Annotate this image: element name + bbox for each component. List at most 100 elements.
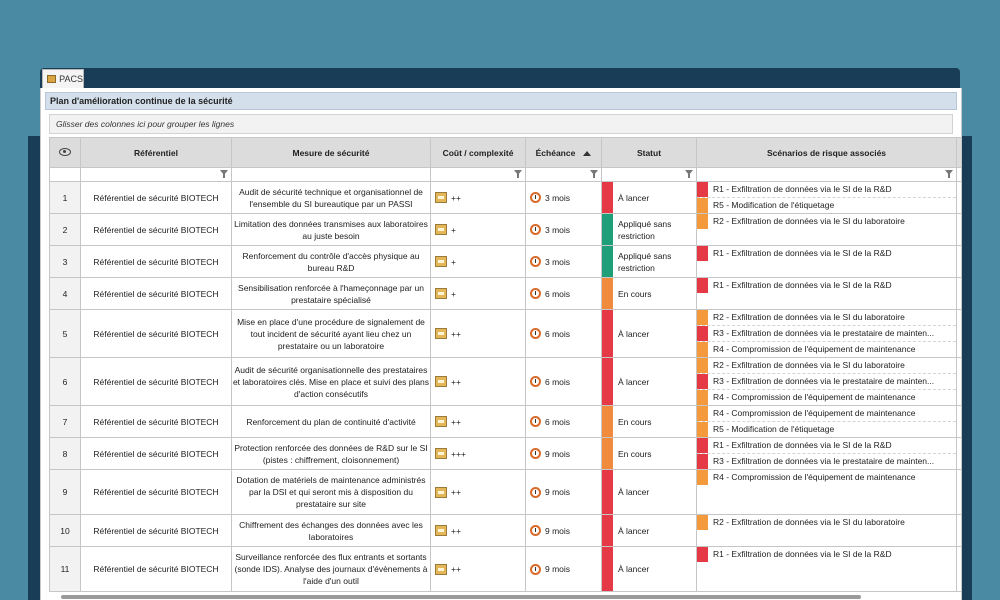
cout-cell[interactable]: ++ [430, 469, 526, 515]
scenario-item[interactable]: R2 - Exfiltration de données via le SI d… [697, 310, 956, 326]
table-row[interactable]: 3 Référentiel de sécurité BIOTECH Renforce… [49, 245, 961, 278]
table-row[interactable]: 7 Référentiel de sécurité BIOTECH Renforce… [49, 405, 961, 438]
cout-cell[interactable]: + [430, 213, 526, 246]
scenario-item[interactable]: R1 - Exfiltration de données via le SI d… [697, 438, 956, 454]
mesure-cell[interactable]: Audit de sécurité technique et organisat… [231, 181, 431, 214]
echeance-cell[interactable]: 6 mois [525, 405, 602, 438]
referentiel-cell[interactable]: Référentiel de sécurité BIOTECH [80, 546, 232, 592]
table-row[interactable]: 2 Référentiel de sécurité BIOTECH Limitati… [49, 213, 961, 246]
echeance-cell[interactable]: 9 mois [525, 546, 602, 592]
cout-cell[interactable]: ++ [430, 181, 526, 214]
mesure-cell[interactable]: Audit de sécurité organisationnelle des … [231, 357, 431, 406]
table-row[interactable]: 10 Référentiel de sécurité BIOTECH Chiffre… [49, 514, 961, 547]
cout-cell[interactable]: ++ [430, 546, 526, 592]
scenario-item[interactable]: R4 - Compromission de l'équipement de ma… [697, 470, 956, 485]
echeance-cell[interactable]: 9 mois [525, 437, 602, 470]
scenario-item[interactable]: R3 - Exfiltration de données via le pres… [697, 374, 956, 390]
referentiel-cell[interactable]: Référentiel de sécurité BIOTECH [80, 309, 232, 358]
group-by-drop-zone[interactable]: Glisser des colonnes ici pour grouper le… [49, 114, 953, 134]
column-header-cout[interactable]: Coût / complexité [430, 137, 526, 168]
scenario-item[interactable]: R5 - Modification de l'étiquetage [697, 198, 956, 213]
filter-icon[interactable] [514, 170, 522, 178]
scenario-item[interactable]: R3 - Exfiltration de données via le pres… [697, 454, 956, 469]
table-row[interactable]: 9 Référentiel de sécurité BIOTECH Dotation… [49, 469, 961, 515]
referentiel-cell[interactable]: Référentiel de sécurité BIOTECH [80, 277, 232, 310]
scenario-item[interactable]: R2 - Exfiltration de données via le SI d… [697, 214, 956, 229]
scenarios-cell[interactable]: R1 - Exfiltration de données via le SI d… [696, 437, 957, 470]
cout-cell[interactable]: ++ [430, 405, 526, 438]
column-header-referentiel[interactable]: Référentiel [80, 137, 232, 168]
table-row[interactable]: 4 Référentiel de sécurité BIOTECH Sensibil… [49, 277, 961, 310]
scenarios-cell[interactable]: R1 - Exfiltration de données via le SI d… [696, 546, 957, 592]
mesure-cell[interactable]: Protection renforcée des données de R&D … [231, 437, 431, 470]
scenario-item[interactable]: R2 - Exfiltration de données via le SI d… [697, 358, 956, 374]
scenario-item[interactable]: R4 - Compromission de l'équipement de ma… [697, 342, 956, 357]
statut-cell[interactable]: À lancer [601, 514, 697, 547]
scenario-item[interactable]: R1 - Exfiltration de données via le SI d… [697, 278, 956, 293]
column-header-mesure[interactable]: Mesure de sécurité [231, 137, 431, 168]
scenarios-cell[interactable]: R1 - Exfiltration de données via le SI d… [696, 277, 957, 310]
filter-cell-referentiel[interactable] [80, 167, 232, 182]
statut-cell[interactable]: À lancer [601, 546, 697, 592]
filter-cell-echeance[interactable] [525, 167, 602, 182]
cout-cell[interactable]: + [430, 245, 526, 278]
cout-cell[interactable]: + [430, 277, 526, 310]
column-header-scenarios[interactable]: Scénarios de risque associés [696, 137, 957, 168]
scenario-item[interactable]: R1 - Exfiltration de données via le SI d… [697, 182, 956, 198]
scenario-item[interactable]: R1 - Exfiltration de données via le SI d… [697, 547, 956, 562]
column-header-statut[interactable]: Statut [601, 137, 697, 168]
scenario-item[interactable]: R2 - Exfiltration de données via le SI d… [697, 515, 956, 530]
statut-cell[interactable]: À lancer [601, 181, 697, 214]
scenarios-cell[interactable]: R4 - Compromission de l'équipement de ma… [696, 469, 957, 515]
mesure-cell[interactable]: Renforcement du plan de continuité d'act… [231, 405, 431, 438]
cout-cell[interactable]: +++ [430, 437, 526, 470]
mesure-cell[interactable]: Mise en place d'une procédure de signale… [231, 309, 431, 358]
horizontal-scrollbar[interactable] [61, 595, 861, 599]
column-header-echeance[interactable]: Échéance [525, 137, 602, 168]
referentiel-cell[interactable]: Référentiel de sécurité BIOTECH [80, 357, 232, 406]
filter-icon[interactable] [590, 170, 598, 178]
table-row[interactable]: 5 Référentiel de sécurité BIOTECH Mise en … [49, 309, 961, 358]
statut-cell[interactable]: En cours [601, 277, 697, 310]
referentiel-cell[interactable]: Référentiel de sécurité BIOTECH [80, 469, 232, 515]
echeance-cell[interactable]: 6 mois [525, 309, 602, 358]
statut-cell[interactable]: Appliqué sans restriction [601, 213, 697, 246]
scenario-item[interactable]: R3 - Exfiltration de données via le pres… [697, 326, 956, 342]
echeance-cell[interactable]: 9 mois [525, 514, 602, 547]
mesure-cell[interactable]: Surveillance renforcée des flux entrants… [231, 546, 431, 592]
statut-cell[interactable]: À lancer [601, 309, 697, 358]
row-header-corner[interactable] [49, 137, 81, 168]
table-row[interactable]: 1 Référentiel de sécurité BIOTECH Audit de… [49, 181, 961, 214]
scenarios-cell[interactable]: R1 - Exfiltration de données via le SI d… [696, 181, 957, 214]
echeance-cell[interactable]: 3 mois [525, 181, 602, 214]
mesure-cell[interactable]: Dotation de matériels de maintenance adm… [231, 469, 431, 515]
scenario-item[interactable]: R5 - Modification de l'étiquetage [697, 422, 956, 437]
referentiel-cell[interactable]: Référentiel de sécurité BIOTECH [80, 245, 232, 278]
filter-cell-cout[interactable] [430, 167, 526, 182]
referentiel-cell[interactable]: Référentiel de sécurité BIOTECH [80, 514, 232, 547]
statut-cell[interactable]: À lancer [601, 357, 697, 406]
statut-cell[interactable]: En cours [601, 405, 697, 438]
scenario-item[interactable]: R4 - Compromission de l'équipement de ma… [697, 390, 956, 405]
echeance-cell[interactable]: 6 mois [525, 357, 602, 406]
cout-cell[interactable]: ++ [430, 309, 526, 358]
filter-icon[interactable] [945, 170, 953, 178]
echeance-cell[interactable]: 9 mois [525, 469, 602, 515]
cout-cell[interactable]: ++ [430, 514, 526, 547]
scenario-item[interactable]: R1 - Exfiltration de données via le SI d… [697, 246, 956, 261]
table-row[interactable]: 11 Référentiel de sécurité BIOTECH Surveil… [49, 546, 961, 592]
filter-cell-mesure[interactable] [231, 167, 431, 182]
mesure-cell[interactable]: Chiffrement des échanges des données ave… [231, 514, 431, 547]
statut-cell[interactable]: À lancer [601, 469, 697, 515]
scenarios-cell[interactable]: R1 - Exfiltration de données via le SI d… [696, 245, 957, 278]
scenarios-cell[interactable]: R2 - Exfiltration de données via le SI d… [696, 514, 957, 547]
referentiel-cell[interactable]: Référentiel de sécurité BIOTECH [80, 181, 232, 214]
echeance-cell[interactable]: 3 mois [525, 245, 602, 278]
scenarios-cell[interactable]: R2 - Exfiltration de données via le SI d… [696, 213, 957, 246]
echeance-cell[interactable]: 6 mois [525, 277, 602, 310]
filter-icon[interactable] [685, 170, 693, 178]
filter-cell-scenarios[interactable] [696, 167, 957, 182]
mesure-cell[interactable]: Limitation des données transmises aux la… [231, 213, 431, 246]
cout-cell[interactable]: ++ [430, 357, 526, 406]
table-row[interactable]: 8 Référentiel de sécurité BIOTECH Protecti… [49, 437, 961, 470]
